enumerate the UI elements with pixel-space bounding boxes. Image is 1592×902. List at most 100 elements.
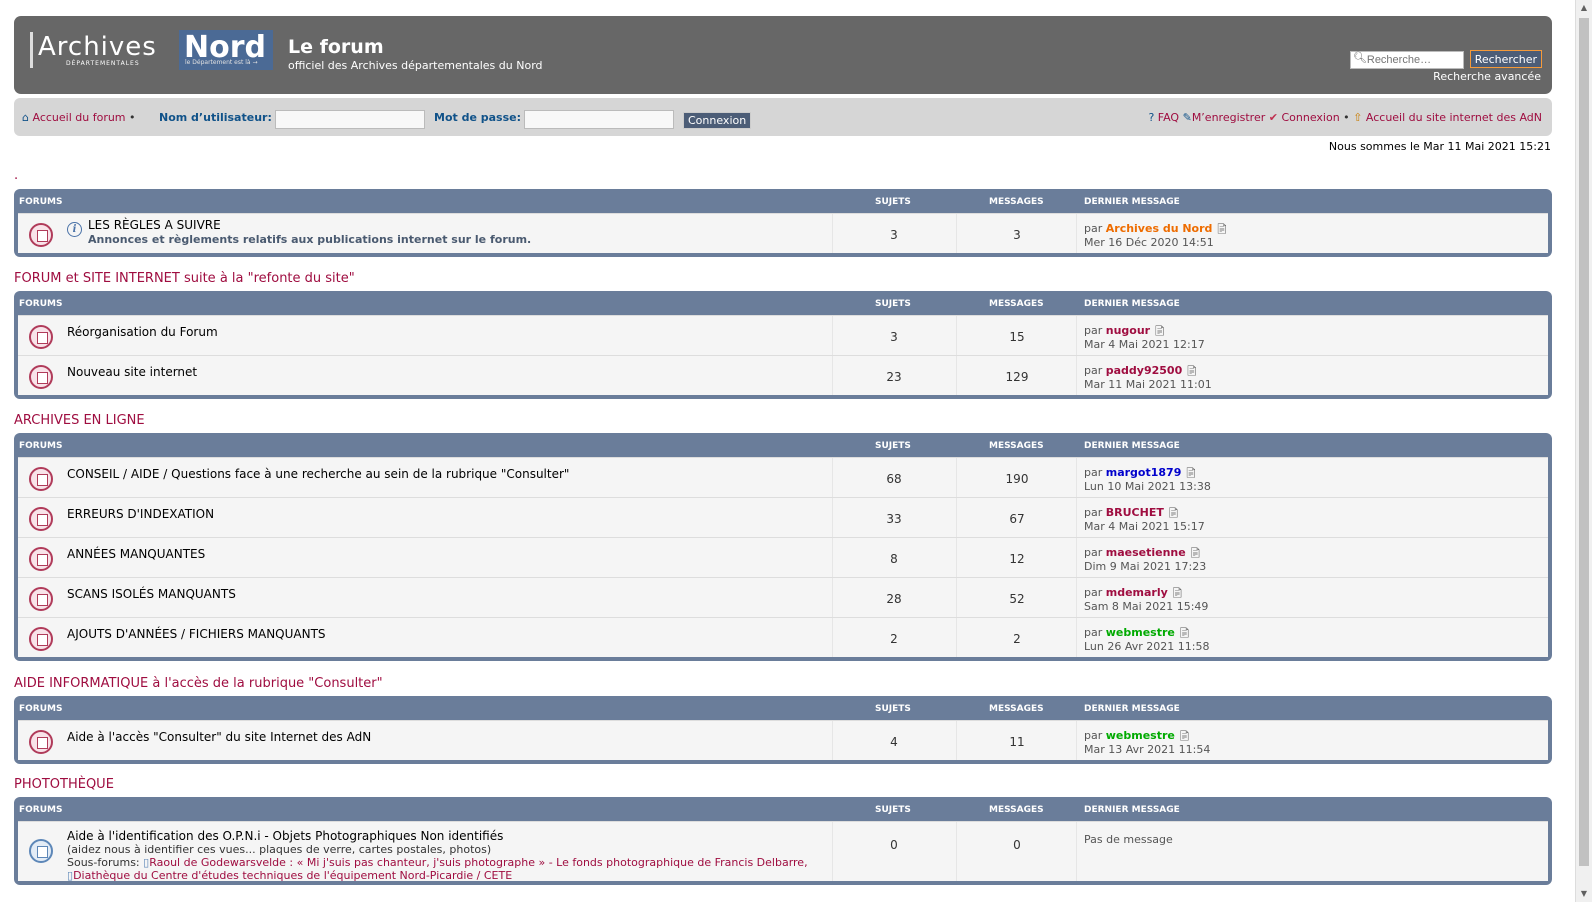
divider [1076,498,1077,537]
last-post-date: Sam 8 Mai 2021 15:49 [1084,600,1209,613]
category-header: FORUMS SUJETS MESSAGES DERNIER MESSAGE [18,433,1548,457]
topics-count: 0 [890,838,898,852]
col-posts: MESSAGES [989,704,1044,714]
last-post-user[interactable]: margot1879 [1106,466,1182,479]
forum-row[interactable]: i LES RÈGLES A SUIVRE Annonces et règlem… [18,213,1548,253]
forum-title[interactable]: ANNÉES MANQUANTES [67,547,205,561]
last-post: par webmestre 📄︎ Lun 26 Avr 2021 11:58 [1084,626,1209,653]
divider [832,538,833,577]
view-latest-post-icon[interactable]: 📄︎ [1184,467,1197,480]
posts-count: 3 [1013,228,1021,242]
divider [956,538,957,577]
forum-read-icon [29,365,53,389]
page-scrollbar[interactable]: ▲ ▼ [1575,0,1592,902]
advanced-search-link[interactable]: Recherche avancée [1433,70,1541,83]
forum-row[interactable]: CONSEIL / AIDE / Questions face à une re… [18,457,1548,497]
col-posts: MESSAGES [989,197,1044,207]
last-post-date: Dim 9 Mai 2021 17:23 [1084,560,1207,573]
scroll-thumb[interactable] [1579,18,1589,866]
forum-row[interactable]: ERREURS D'INDEXATION 33 67 par BRUCHET 📄︎… [18,497,1548,537]
col-posts: MESSAGES [989,805,1044,815]
scroll-up-icon[interactable]: ▲ [1576,0,1592,16]
divider [956,316,957,355]
divider [956,458,957,497]
divider [956,721,957,760]
col-posts: MESSAGES [989,299,1044,309]
view-latest-post-icon[interactable]: 📄︎ [1178,730,1191,743]
login-link[interactable]: Connexion [1281,111,1339,124]
forum-row[interactable]: Aide à l'identification des O.P.N.i - Ob… [18,821,1548,882]
view-latest-post-icon[interactable]: 📄︎ [1178,627,1191,640]
category-title[interactable]: FORUM et SITE INTERNET suite à la "refon… [14,271,355,286]
forum-title[interactable]: Aide à l'accès "Consulter" du site Inter… [67,730,371,744]
last-post-user[interactable]: webmestre [1106,729,1175,742]
search-input[interactable] [1349,50,1464,69]
register-icon: ✎ [1182,111,1192,124]
col-forums: FORUMS [19,704,63,714]
forum-title[interactable]: CONSEIL / AIDE / Questions face à une re… [67,467,569,481]
view-latest-post-icon[interactable]: 📄︎ [1167,507,1180,520]
category-title[interactable]: AIDE INFORMATIQUE à l'accès de la rubriq… [14,676,383,691]
subforums-line: Sous-forums: ▯Raoul de Godewarsvelde : «… [67,856,808,869]
search-box: 🔍︎ Rechercher [1349,50,1542,69]
col-last: DERNIER MESSAGE [1084,704,1180,714]
forum-home-link[interactable]: Accueil du forum [32,111,125,124]
category-title[interactable]: ARCHIVES EN LIGNE [14,413,145,428]
divider [832,822,833,881]
posts-count: 11 [1009,735,1025,749]
login-button[interactable]: Connexion [683,112,752,129]
username-input[interactable] [275,110,425,129]
topics-count: 2 [890,632,898,646]
nav-links: ? FAQ ✎M’enregistrer ✔ Connexion • ⇧ Acc… [1148,111,1542,124]
col-last: DERNIER MESSAGE [1084,197,1180,207]
search-button[interactable]: Rechercher [1469,50,1542,68]
last-post-user[interactable]: webmestre [1106,626,1175,639]
password-input[interactable] [524,110,674,129]
forum-title[interactable]: Aide à l'identification des O.P.N.i - Ob… [67,829,503,843]
forum-row[interactable]: SCANS ISOLÉS MANQUANTS 28 52 par mdemarl… [18,577,1548,617]
col-last: DERNIER MESSAGE [1084,805,1180,815]
site-home-link[interactable]: Accueil du site internet des AdN [1366,111,1542,124]
forum-title[interactable]: Réorganisation du Forum [67,325,218,339]
view-latest-post-icon[interactable]: 📄︎ [1153,325,1166,338]
last-post-date: Lun 10 Mai 2021 13:38 [1084,480,1211,493]
bullet: • [1343,111,1350,124]
last-post-user[interactable]: maesetienne [1106,546,1186,559]
category-title[interactable]: . [14,168,18,183]
forum-title[interactable]: AJOUTS D'ANNÉES / FICHIERS MANQUANTS [67,627,326,641]
last-post-user[interactable]: BRUCHET [1106,506,1164,519]
forum-row[interactable]: Réorganisation du Forum 3 15 par nugour 📄… [18,315,1548,355]
subforum-link[interactable]: Diathèque du Centre d'études techniques … [73,869,512,882]
forum-title[interactable]: LES RÈGLES A SUIVRE [88,218,221,232]
category-block: FORUMS SUJETS MESSAGES DERNIER MESSAGE A… [14,696,1552,764]
forum-row[interactable]: Aide à l'accès "Consulter" du site Inter… [18,720,1548,760]
divider [1076,458,1077,497]
forum-title[interactable]: Nouveau site internet [67,365,197,379]
forum-read-icon [29,730,53,754]
last-post-user[interactable]: Archives du Nord [1106,222,1213,235]
forum-title[interactable]: ERREURS D'INDEXATION [67,507,214,521]
divider [832,618,833,657]
scroll-down-icon[interactable]: ▼ [1576,886,1592,902]
last-post-user[interactable]: mdemarly [1106,586,1168,599]
view-latest-post-icon[interactable]: 📄︎ [1171,587,1184,600]
forum-title[interactable]: SCANS ISOLÉS MANQUANTS [67,587,236,601]
register-link[interactable]: M’enregistrer [1192,111,1265,124]
forum-row[interactable]: ANNÉES MANQUANTES 8 12 par maesetienne 📄︎… [18,537,1548,577]
category-title[interactable]: PHOTOTHÈQUE [14,777,114,792]
view-latest-post-icon[interactable]: 📄︎ [1189,547,1202,560]
archives-logo[interactable]: Archives DÉPARTEMENTALES Nord le Départe… [30,30,274,70]
divider [1076,618,1077,657]
topics-count: 8 [890,552,898,566]
divider [956,822,957,881]
last-post-user[interactable]: paddy92500 [1106,364,1182,377]
forum-row[interactable]: Nouveau site internet 23 129 par paddy92… [18,355,1548,395]
forum-row[interactable]: AJOUTS D'ANNÉES / FICHIERS MANQUANTS 2 2… [18,617,1548,657]
subforum-link[interactable]: Raoul de Godewarsvelde : « Mi j'suis pas… [149,856,807,869]
faq-link[interactable]: FAQ [1158,111,1179,124]
divider [832,458,833,497]
view-latest-post-icon[interactable]: 📄︎ [1185,365,1198,378]
view-latest-post-icon[interactable]: 📄︎ [1215,223,1228,236]
last-post-user[interactable]: nugour [1106,324,1150,337]
divider [956,498,957,537]
